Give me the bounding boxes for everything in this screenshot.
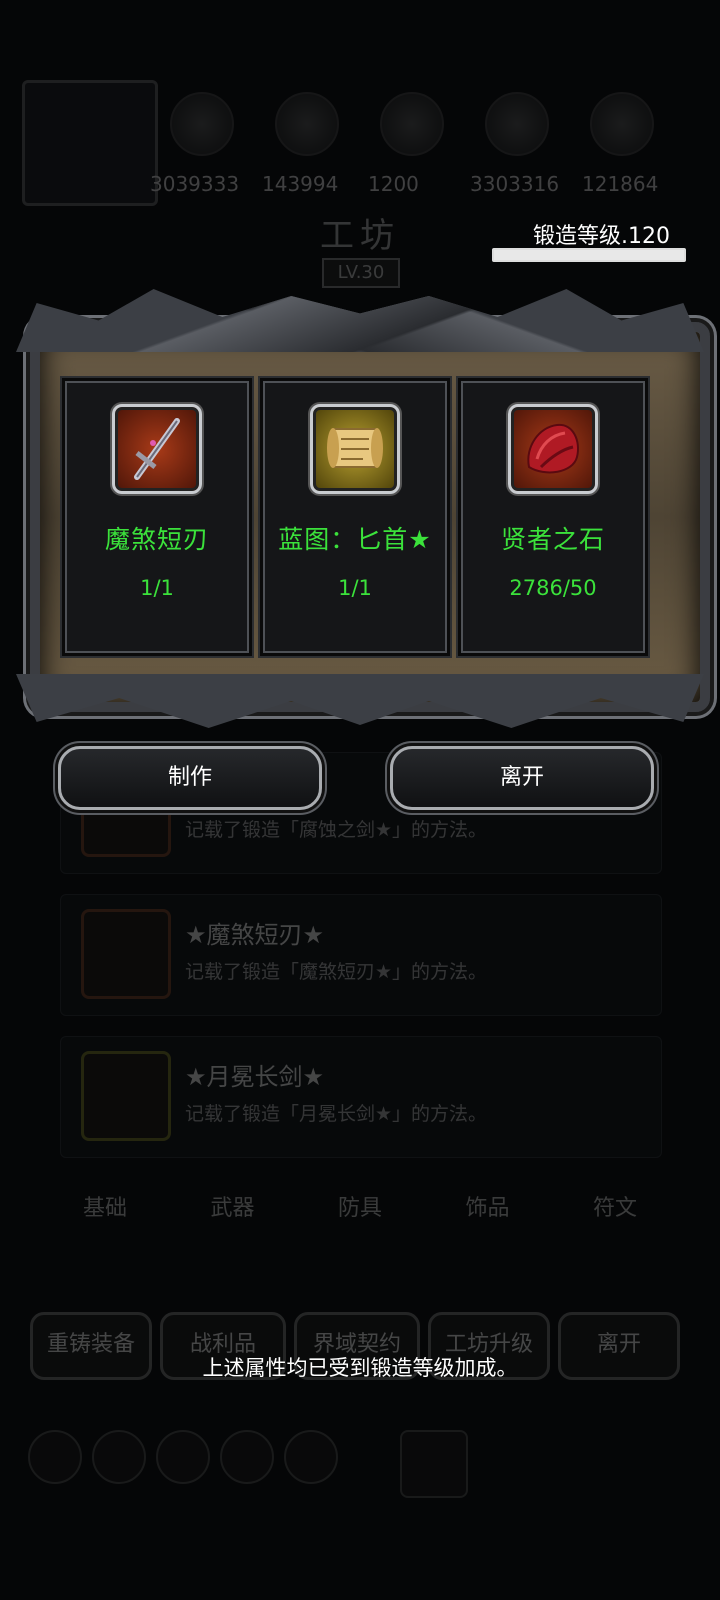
tab-accessory[interactable]: 饰品 xyxy=(433,1190,543,1222)
resource-value: 121864 xyxy=(582,172,659,196)
nav-icon[interactable] xyxy=(284,1430,338,1484)
nav-icon[interactable] xyxy=(28,1430,82,1484)
list-item-title: ★魔煞短刃★ xyxy=(185,921,325,949)
resource-value: 3039333 xyxy=(150,172,240,196)
list-item-desc: 记载了锻造「腐蚀之剑★」的方法。 xyxy=(185,819,488,841)
material-name: 蓝图：匕首★ xyxy=(278,525,432,554)
nav-icon[interactable] xyxy=(220,1430,274,1484)
material-name: 魔煞短刃 xyxy=(104,525,209,554)
nav-icon[interactable] xyxy=(156,1430,210,1484)
resource-value: 1200 xyxy=(368,172,419,196)
list-item-title: ★月冕长剑★ xyxy=(185,1063,325,1091)
craft-button[interactable]: 制作 xyxy=(58,746,322,810)
tab-rune[interactable]: 符文 xyxy=(560,1190,670,1222)
material-count: 1/1 xyxy=(338,576,372,600)
tab-armor[interactable]: 防具 xyxy=(305,1190,415,1222)
craft-dialog: 魔煞短刃 1/1 蓝图：匕首★ 1/1 贤者之石 2786/50 xyxy=(16,282,710,728)
tab-basic[interactable]: 基础 xyxy=(50,1190,160,1222)
resource-value: 143994 xyxy=(262,172,339,196)
list-item[interactable]: ★月冕长剑★ 记载了锻造「月冕长剑★」的方法。 xyxy=(60,1036,662,1158)
material-name: 贤者之石 xyxy=(500,525,605,554)
resource-value: 3303316 xyxy=(470,172,560,196)
material-slot-1[interactable]: 魔煞短刃 1/1 xyxy=(60,376,254,658)
category-tabs: 基础 武器 防具 饰品 符文 xyxy=(50,1190,670,1222)
center-icon[interactable] xyxy=(400,1430,468,1498)
tab-weapon[interactable]: 武器 xyxy=(178,1190,288,1222)
resource-icon xyxy=(275,92,339,156)
character-portrait-frame xyxy=(22,80,158,206)
forge-bonus-notice: 上述属性均已受到锻造等级加成。 xyxy=(202,1356,518,1380)
list-item[interactable]: ★魔煞短刃★ 记载了锻造「魔煞短刃★」的方法。 xyxy=(60,894,662,1016)
resource-icon xyxy=(485,92,549,156)
dagger-icon xyxy=(112,404,202,494)
forge-level-label: 锻造等级.120 xyxy=(533,224,670,249)
resource-icon xyxy=(170,92,234,156)
resource-icon xyxy=(590,92,654,156)
leave-button[interactable]: 离开 xyxy=(390,746,654,810)
red-stone-icon xyxy=(508,404,598,494)
list-item-desc: 记载了锻造「月冕长剑★」的方法。 xyxy=(185,1103,488,1125)
material-slot-3[interactable]: 贤者之石 2786/50 xyxy=(456,376,650,658)
nav-icon[interactable] xyxy=(92,1430,146,1484)
sword-icon xyxy=(81,1051,171,1141)
material-count: 1/1 xyxy=(140,576,174,600)
material-count: 2786/50 xyxy=(509,576,597,600)
list-item-desc: 记载了锻造「魔煞短刃★」的方法。 xyxy=(185,961,488,983)
resource-icon xyxy=(380,92,444,156)
scroll-icon xyxy=(310,404,400,494)
dagger-icon xyxy=(81,909,171,999)
forge-level-bar xyxy=(492,248,686,262)
forge-level-bar-fill xyxy=(494,250,684,260)
dialog-crest-ornament xyxy=(16,289,704,352)
material-slot-2[interactable]: 蓝图：匕首★ 1/1 xyxy=(258,376,452,658)
